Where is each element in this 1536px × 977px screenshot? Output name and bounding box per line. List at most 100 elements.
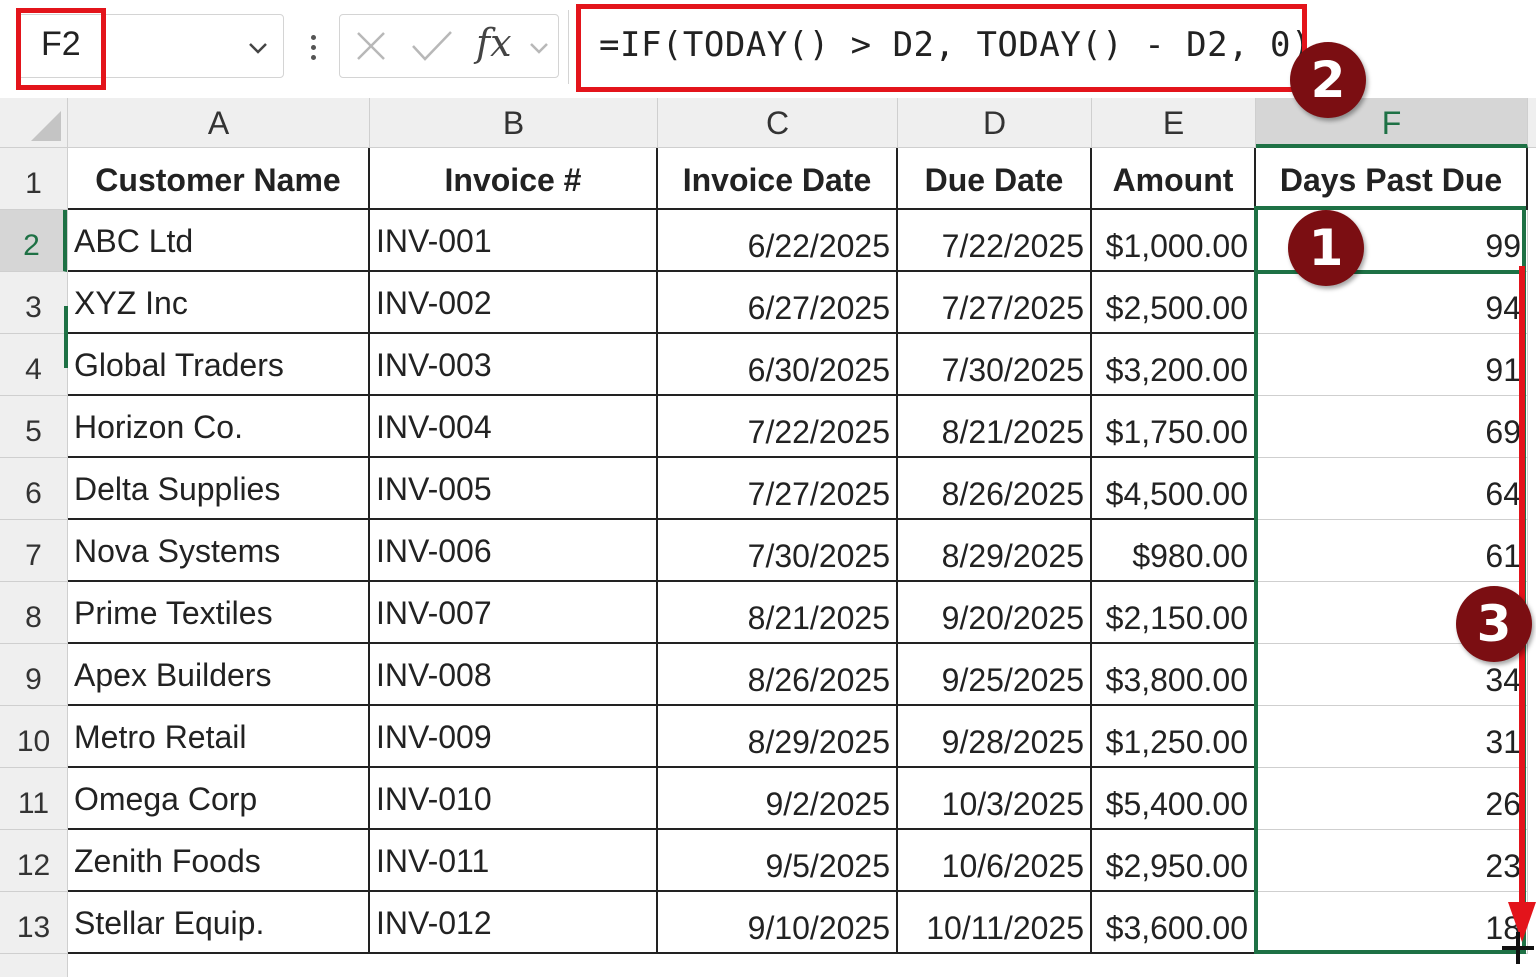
- chevron-down-icon[interactable]: [528, 37, 550, 59]
- row-header-5[interactable]: 5: [0, 396, 67, 458]
- row-header-9[interactable]: 9: [0, 644, 67, 706]
- column-header-b[interactable]: B: [370, 98, 658, 148]
- row-header-6[interactable]: 6: [0, 458, 67, 520]
- cell-e7[interactable]: $980.00: [1092, 520, 1256, 582]
- column-header-c[interactable]: C: [658, 98, 898, 148]
- check-icon[interactable]: [410, 29, 454, 63]
- cell-b11[interactable]: INV-010: [370, 768, 658, 830]
- row-header-11[interactable]: 11: [0, 768, 67, 830]
- cell-d5[interactable]: 8/21/2025: [898, 396, 1092, 458]
- cell-e2[interactable]: $1,000.00: [1092, 210, 1256, 272]
- cell-a12[interactable]: Zenith Foods: [68, 830, 370, 892]
- cell-b3[interactable]: INV-002: [370, 272, 658, 334]
- cell-e13[interactable]: $3,600.00: [1092, 892, 1256, 954]
- header-cell-a[interactable]: Customer Name: [68, 148, 370, 210]
- row-header-7[interactable]: 7: [0, 520, 67, 582]
- header-cell-e[interactable]: Amount: [1092, 148, 1256, 210]
- cell-b7[interactable]: INV-006: [370, 520, 658, 582]
- cell-c4[interactable]: 6/30/2025: [658, 334, 898, 396]
- cell-a10[interactable]: Metro Retail: [68, 706, 370, 768]
- cell-a5[interactable]: Horizon Co.: [68, 396, 370, 458]
- cell-a3[interactable]: XYZ Inc: [68, 272, 370, 334]
- row-header-4[interactable]: 4: [0, 334, 67, 396]
- cell-a11[interactable]: Omega Corp: [68, 768, 370, 830]
- cell-b6[interactable]: INV-005: [370, 458, 658, 520]
- cell-c2[interactable]: 6/22/2025: [658, 210, 898, 272]
- cell-f10[interactable]: 31: [1256, 706, 1528, 768]
- insert-function-icon[interactable]: fx: [476, 21, 512, 65]
- cell-a7[interactable]: Nova Systems: [68, 520, 370, 582]
- cell-a8[interactable]: Prime Textiles: [68, 582, 370, 644]
- cell-f5[interactable]: 69: [1256, 396, 1528, 458]
- cell-f12[interactable]: 23: [1256, 830, 1528, 892]
- cell-c9[interactable]: 8/26/2025: [658, 644, 898, 706]
- cell-a13[interactable]: Stellar Equip.: [68, 892, 370, 954]
- cell-a2[interactable]: ABC Ltd: [68, 210, 370, 272]
- cell-b4[interactable]: INV-003: [370, 334, 658, 396]
- cell-c3[interactable]: 6/27/2025: [658, 272, 898, 334]
- cell-f13[interactable]: 18: [1256, 892, 1528, 954]
- cell-e4[interactable]: $3,200.00: [1092, 334, 1256, 396]
- cell-c12[interactable]: 9/5/2025: [658, 830, 898, 892]
- chevron-down-icon[interactable]: [247, 37, 269, 59]
- row-header-12[interactable]: 12: [0, 830, 67, 892]
- cell-f6[interactable]: 64: [1256, 458, 1528, 520]
- column-header-d[interactable]: D: [898, 98, 1092, 148]
- cancel-icon[interactable]: [354, 29, 388, 63]
- header-cell-d[interactable]: Due Date: [898, 148, 1092, 210]
- cell-c11[interactable]: 9/2/2025: [658, 768, 898, 830]
- row-header-2[interactable]: 2: [0, 210, 67, 272]
- fill-handle-cursor-icon[interactable]: [1500, 930, 1536, 966]
- cell-b8[interactable]: INV-007: [370, 582, 658, 644]
- row-header-8[interactable]: 8: [0, 582, 67, 644]
- select-all-button[interactable]: [0, 98, 68, 148]
- cell-e9[interactable]: $3,800.00: [1092, 644, 1256, 706]
- cell-d2[interactable]: 7/22/2025: [898, 210, 1092, 272]
- cell-e6[interactable]: $4,500.00: [1092, 458, 1256, 520]
- cell-b9[interactable]: INV-008: [370, 644, 658, 706]
- cell-e12[interactable]: $2,950.00: [1092, 830, 1256, 892]
- cell-b13[interactable]: INV-012: [370, 892, 658, 954]
- cell-c6[interactable]: 7/27/2025: [658, 458, 898, 520]
- column-header-f[interactable]: F: [1256, 98, 1528, 148]
- cell-c5[interactable]: 7/22/2025: [658, 396, 898, 458]
- cell-d13[interactable]: 10/11/2025: [898, 892, 1092, 954]
- row-header-10[interactable]: 10: [0, 706, 67, 768]
- cell-a9[interactable]: Apex Builders: [68, 644, 370, 706]
- cell-b2[interactable]: INV-001: [370, 210, 658, 272]
- cell-e11[interactable]: $5,400.00: [1092, 768, 1256, 830]
- cell-d7[interactable]: 8/29/2025: [898, 520, 1092, 582]
- cell-d8[interactable]: 9/20/2025: [898, 582, 1092, 644]
- cell-c10[interactable]: 8/29/2025: [658, 706, 898, 768]
- cell-d3[interactable]: 7/27/2025: [898, 272, 1092, 334]
- cell-f3[interactable]: 94: [1256, 272, 1528, 334]
- cell-f4[interactable]: 91: [1256, 334, 1528, 396]
- cell-d12[interactable]: 10/6/2025: [898, 830, 1092, 892]
- cell-b5[interactable]: INV-004: [370, 396, 658, 458]
- cell-c7[interactable]: 7/30/2025: [658, 520, 898, 582]
- header-cell-b[interactable]: Invoice #: [370, 148, 658, 210]
- row-header-1[interactable]: 1: [0, 148, 67, 210]
- cell-d6[interactable]: 8/26/2025: [898, 458, 1092, 520]
- cell-b12[interactable]: INV-011: [370, 830, 658, 892]
- row-header-13[interactable]: 13: [0, 892, 67, 954]
- cell-e3[interactable]: $2,500.00: [1092, 272, 1256, 334]
- header-cell-f[interactable]: Days Past Due: [1256, 148, 1528, 210]
- cell-a6[interactable]: Delta Supplies: [68, 458, 370, 520]
- cell-e10[interactable]: $1,250.00: [1092, 706, 1256, 768]
- column-header-e[interactable]: E: [1092, 98, 1256, 148]
- cell-e5[interactable]: $1,750.00: [1092, 396, 1256, 458]
- cell-c13[interactable]: 9/10/2025: [658, 892, 898, 954]
- cell-b10[interactable]: INV-009: [370, 706, 658, 768]
- header-cell-c[interactable]: Invoice Date: [658, 148, 898, 210]
- cell-a4[interactable]: Global Traders: [68, 334, 370, 396]
- column-header-a[interactable]: A: [68, 98, 370, 148]
- cell-d4[interactable]: 7/30/2025: [898, 334, 1092, 396]
- cell-d9[interactable]: 9/25/2025: [898, 644, 1092, 706]
- cell-d10[interactable]: 9/28/2025: [898, 706, 1092, 768]
- cell-e8[interactable]: $2,150.00: [1092, 582, 1256, 644]
- cell-f7[interactable]: 61: [1256, 520, 1528, 582]
- cell-f11[interactable]: 26: [1256, 768, 1528, 830]
- cell-c8[interactable]: 8/21/2025: [658, 582, 898, 644]
- cell-d11[interactable]: 10/3/2025: [898, 768, 1092, 830]
